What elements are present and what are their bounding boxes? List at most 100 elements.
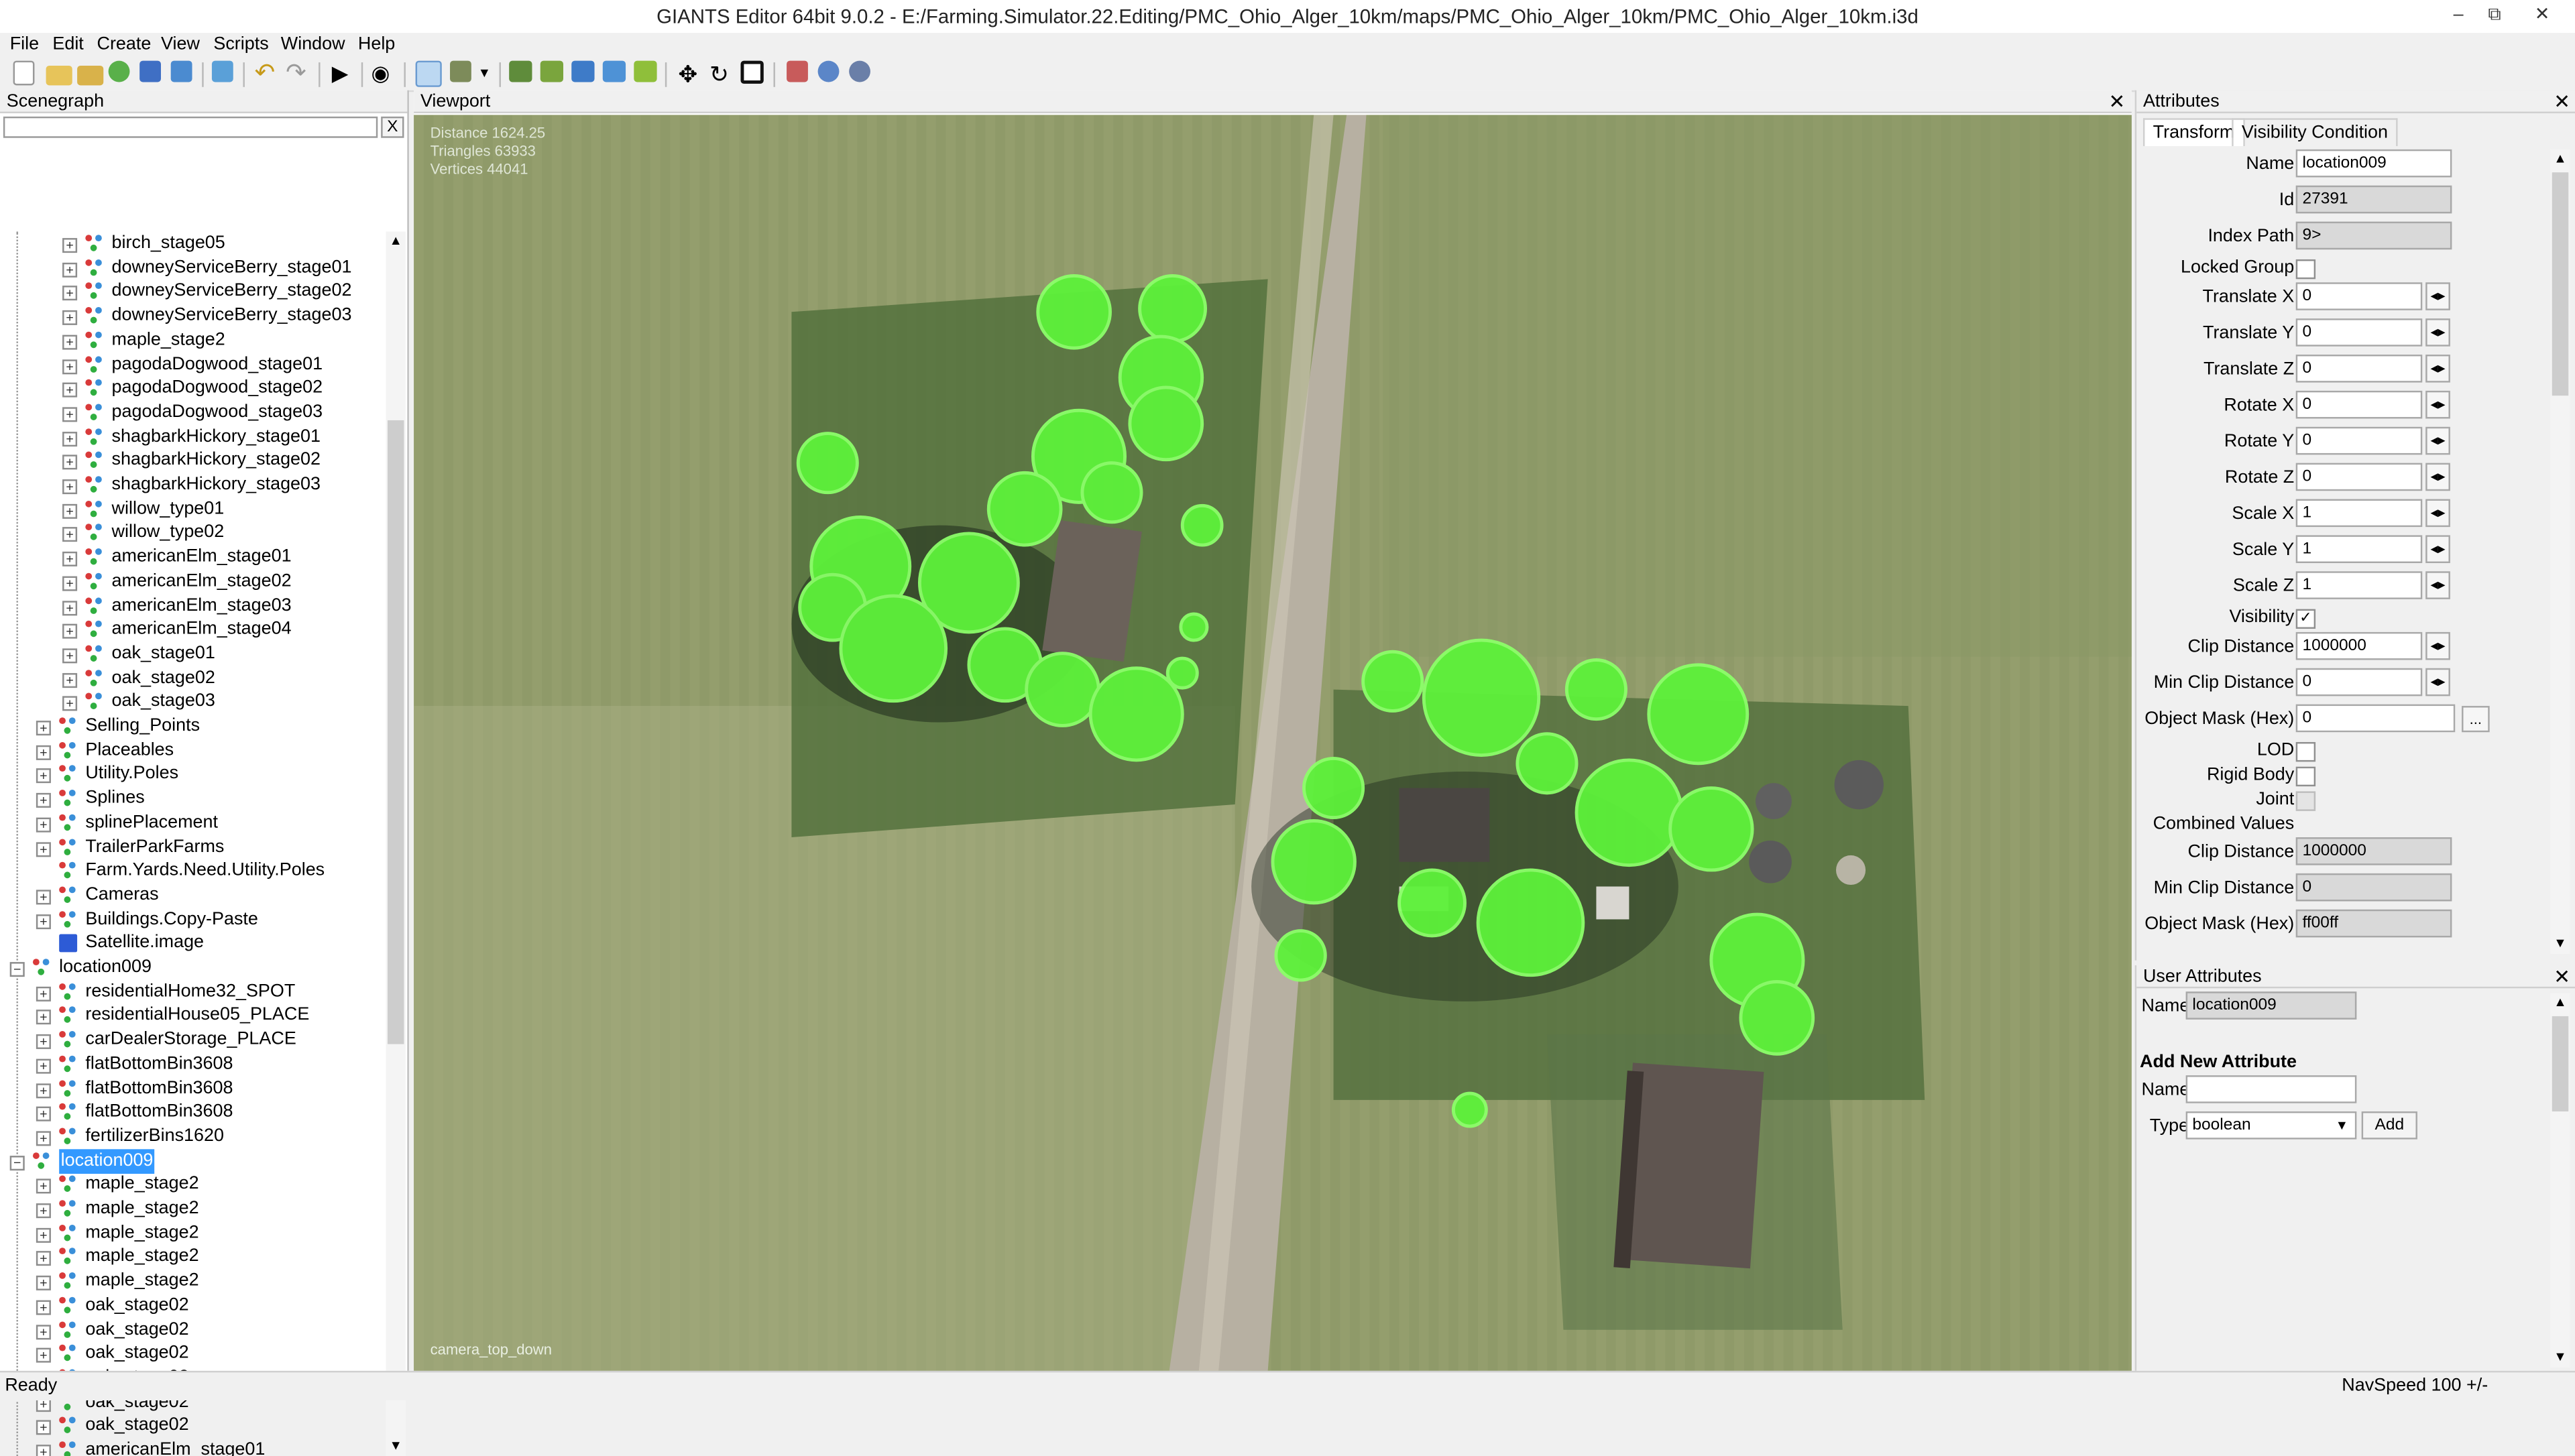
tree-row[interactable]: + oak_stage02 — [0, 1294, 384, 1319]
open-folder-icon[interactable] — [46, 65, 72, 86]
terrain-sculpt-icon[interactable] — [450, 60, 471, 82]
expand-icon[interactable]: + — [36, 768, 51, 784]
scroll-up-icon[interactable]: ▲ — [2550, 993, 2570, 1013]
tree-row[interactable]: + flatBottomBin3608 — [0, 1100, 384, 1125]
tree-row[interactable]: + Utility.Poles — [0, 762, 384, 786]
tree-row[interactable]: + maple_stage2 — [0, 328, 384, 353]
tree-row[interactable]: + americanElm_stage04 — [0, 617, 384, 642]
tree-row[interactable]: + Cameras — [0, 884, 384, 908]
min-clip-distance-field[interactable]: 0 — [2295, 668, 2423, 696]
rotate-x-field[interactable]: 0 — [2295, 390, 2423, 419]
expand-icon[interactable]: + — [36, 1420, 51, 1435]
expand-icon[interactable]: + — [36, 1034, 51, 1049]
tree-row[interactable]: + maple_stage2 — [0, 1221, 384, 1246]
scrollbar-thumb[interactable] — [2552, 172, 2569, 396]
tree-row[interactable]: + pagodaDogwood_stage03 — [0, 401, 384, 426]
tree-row[interactable]: + maple_stage2 — [0, 1244, 384, 1269]
expand-icon[interactable]: + — [62, 479, 78, 495]
expand-icon[interactable]: + — [36, 1010, 51, 1025]
close-icon[interactable]: ✕ — [2554, 90, 2570, 113]
tree-row[interactable]: + shagbarkHickory_stage02 — [0, 448, 384, 473]
tree-row[interactable]: + Selling_Points — [0, 714, 384, 739]
expand-icon[interactable]: + — [36, 986, 51, 1002]
expand-icon[interactable]: + — [36, 721, 51, 736]
scale-x-field[interactable]: 1 — [2295, 499, 2423, 528]
tree-row[interactable]: + maple_stage2 — [0, 1197, 384, 1221]
undo-icon[interactable]: ↶ — [255, 60, 281, 87]
tree-row[interactable]: + downeyServiceBerry_stage01 — [0, 256, 384, 281]
expand-icon[interactable]: + — [36, 792, 51, 808]
tree-row[interactable]: + pagodaDogwood_stage02 — [0, 376, 384, 401]
tree-row[interactable]: + residentialHome32_SPOT — [0, 980, 384, 1005]
play-icon[interactable]: ▶ — [332, 61, 358, 87]
tree-row[interactable]: + maple_stage2 — [0, 1269, 384, 1294]
tab-visibility-condition[interactable]: Visibility Condition — [2232, 118, 2398, 146]
expand-icon[interactable]: + — [36, 817, 51, 833]
tree-row[interactable]: + downeyServiceBerry_stage03 — [0, 304, 384, 328]
translate-x-field[interactable]: 0 — [2295, 282, 2423, 310]
menu-edit[interactable]: Edit — [52, 33, 83, 56]
eye-icon[interactable]: ◉ — [371, 61, 397, 87]
expand-icon[interactable]: + — [36, 842, 51, 857]
open-recent-icon[interactable] — [77, 65, 104, 86]
attributes-scrollbar[interactable]: ▲ ▼ — [2550, 149, 2570, 954]
tree-row[interactable]: + willow_type01 — [0, 497, 384, 522]
save-icon[interactable] — [139, 60, 162, 82]
tree-row[interactable]: − location009 — [0, 955, 384, 980]
tab-transform[interactable]: Transform — [2142, 118, 2245, 146]
tree-row[interactable]: + maple_stage2 — [0, 1172, 384, 1197]
rotate-z-field[interactable]: 0 — [2295, 463, 2423, 491]
tree-row[interactable]: + Placeables — [0, 739, 384, 764]
foliage-paint-icon[interactable] — [540, 60, 564, 82]
tree-row[interactable]: + willow_type02 — [0, 520, 384, 545]
rotate-x-stepper[interactable]: ◂▸ — [2425, 390, 2450, 419]
info-layer-icon[interactable] — [602, 60, 626, 82]
object-mask-browse-button[interactable]: ... — [2462, 706, 2490, 733]
scale-z-stepper[interactable]: ◂▸ — [2425, 571, 2450, 599]
tree-row[interactable]: + americanElm_stage01 — [0, 1438, 384, 1456]
tree-row[interactable]: + oak_stage02 — [0, 1414, 384, 1439]
tree-row[interactable]: + shagbarkHickory_stage01 — [0, 425, 384, 450]
new-file-icon[interactable] — [13, 60, 35, 86]
scenegraph-scrollbar[interactable]: ▲ ▼ — [386, 231, 406, 1456]
expand-icon[interactable]: + — [62, 382, 78, 398]
expand-icon[interactable]: + — [36, 745, 51, 760]
menu-help[interactable]: Help — [358, 33, 395, 56]
add-attribute-button[interactable]: Add — [2361, 1111, 2417, 1140]
tree-row[interactable]: + flatBottomBin3608 — [0, 1052, 384, 1077]
clip-distance-field[interactable]: 1000000 — [2295, 631, 2423, 660]
tree-row[interactable]: + downeyServiceBerry_stage02 — [0, 279, 384, 304]
translate-y-field[interactable]: 0 — [2295, 318, 2423, 347]
tree-row[interactable]: + pagodaDogwood_stage01 — [0, 353, 384, 378]
scenegraph-filter-input[interactable] — [3, 116, 378, 138]
dropdown-arrow-icon[interactable]: ▼ — [478, 61, 492, 87]
scale-y-stepper[interactable]: ◂▸ — [2425, 535, 2450, 564]
expand-icon[interactable]: + — [62, 454, 78, 470]
tree-row[interactable]: + americanElm_stage03 — [0, 595, 384, 619]
scrollbar-thumb[interactable] — [2552, 1016, 2569, 1111]
redo-icon[interactable]: ↷ — [286, 60, 312, 87]
expand-icon[interactable]: + — [62, 238, 78, 253]
menu-view[interactable]: View — [161, 33, 200, 56]
user-attributes-scrollbar[interactable]: ▲ ▼ — [2550, 993, 2570, 1368]
close-icon[interactable]: ✕ — [2554, 965, 2570, 988]
expand-icon[interactable]: + — [62, 286, 78, 301]
paint-terrain-icon[interactable] — [509, 60, 532, 82]
translate-z-stepper[interactable]: ◂▸ — [2425, 354, 2450, 383]
expand-icon[interactable]: + — [62, 432, 78, 447]
lod-checkbox[interactable] — [2295, 741, 2316, 762]
expand-icon[interactable]: + — [36, 1275, 51, 1290]
expand-icon[interactable]: + — [62, 262, 78, 278]
type-select[interactable]: boolean ▼ — [2185, 1111, 2357, 1140]
rotate-z-stepper[interactable]: ◂▸ — [2425, 463, 2450, 491]
decal-paint-icon[interactable] — [571, 60, 595, 82]
tree-row[interactable]: + fertilizerBins1620 — [0, 1125, 384, 1150]
expand-icon[interactable]: + — [62, 623, 78, 639]
import-icon[interactable] — [211, 60, 233, 82]
expand-icon[interactable]: + — [36, 1058, 51, 1074]
tree-row[interactable]: + residentialHouse05_PLACE — [0, 1003, 384, 1028]
tree-row[interactable]: Satellite.image — [0, 931, 384, 956]
tree-row[interactable]: + oak_stage01 — [0, 642, 384, 667]
expand-icon[interactable]: + — [62, 648, 78, 664]
scale-icon[interactable] — [740, 60, 764, 84]
